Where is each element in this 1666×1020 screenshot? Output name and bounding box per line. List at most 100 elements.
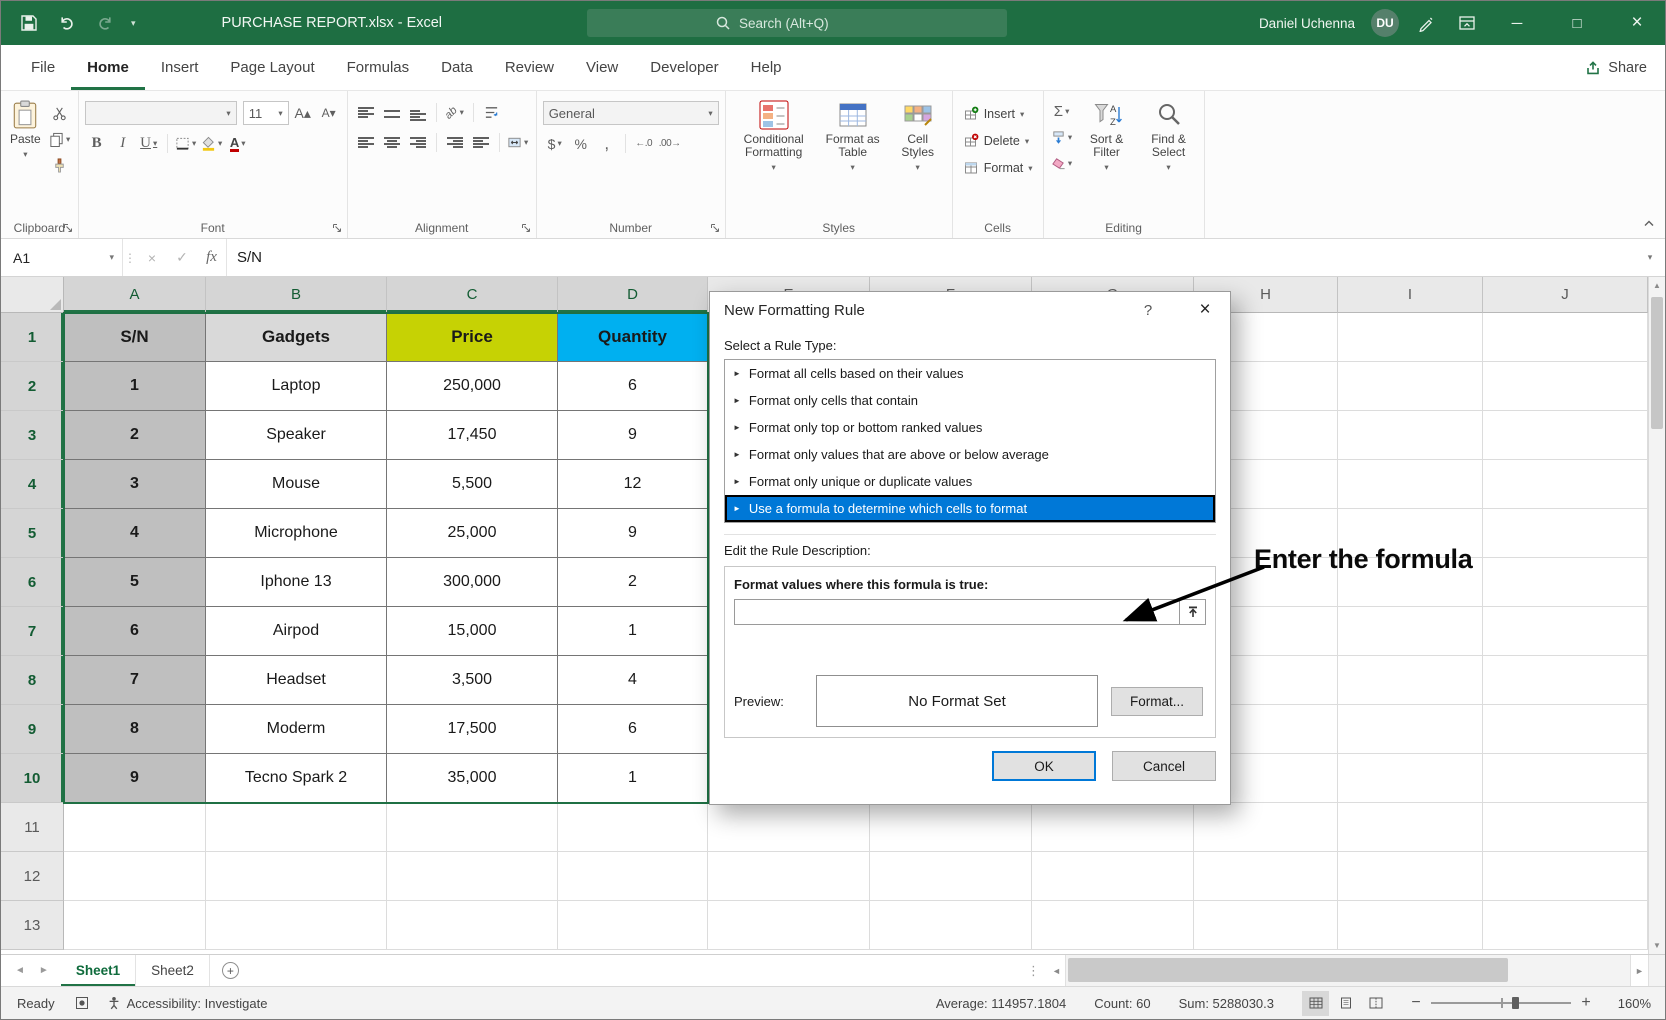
save-icon[interactable]	[17, 11, 41, 35]
sort-filter-button[interactable]: AZ Sort & Filter ▾	[1078, 96, 1136, 218]
menu-tab-developer[interactable]: Developer	[634, 45, 734, 90]
conditional-formatting-button[interactable]: Conditional Formatting ▾	[732, 96, 816, 218]
scroll-down-icon[interactable]: ▼	[1649, 937, 1665, 954]
cell-J1[interactable]	[1483, 313, 1648, 362]
column-header-I[interactable]: I	[1338, 277, 1483, 313]
cell-D9[interactable]: 6	[558, 705, 708, 754]
cell-G11[interactable]	[1032, 803, 1194, 852]
cell-C4[interactable]: 5,500	[387, 460, 558, 509]
cell-D5[interactable]: 9	[558, 509, 708, 558]
insert-function-icon[interactable]: fx	[197, 239, 227, 276]
cell-J9[interactable]	[1483, 705, 1648, 754]
tab-splitter-handle[interactable]: ⋮	[1019, 955, 1048, 986]
name-box[interactable]: A1 ▾	[1, 239, 123, 276]
row-header-6[interactable]: 6	[1, 558, 64, 607]
vertical-scrollbar[interactable]: ▲ ▼	[1648, 277, 1665, 954]
copy-button[interactable]: ▾	[48, 128, 72, 151]
cell-C1[interactable]: Price	[387, 313, 558, 362]
cell-A1[interactable]: S/N	[64, 313, 206, 362]
cell-D6[interactable]: 2	[558, 558, 708, 607]
scroll-up-icon[interactable]: ▲	[1649, 277, 1665, 294]
cell-B1[interactable]: Gadgets	[206, 313, 387, 362]
cell-J8[interactable]	[1483, 656, 1648, 705]
delete-cells-button[interactable]: Delete▾	[959, 128, 1037, 154]
alignment-dialog-launcher[interactable]	[519, 221, 533, 235]
bold-button[interactable]: B	[85, 132, 109, 155]
cell-D7[interactable]: 1	[558, 607, 708, 656]
merge-center-button[interactable]: ▾	[506, 131, 530, 154]
namebox-resize-handle[interactable]: ⋮	[123, 239, 137, 276]
select-all-corner[interactable]	[1, 277, 64, 313]
collapse-ribbon-icon[interactable]	[1643, 214, 1655, 232]
comma-style-button[interactable]: ,	[595, 132, 619, 155]
cell-I8[interactable]	[1338, 656, 1483, 705]
clear-button[interactable]: ▾	[1050, 152, 1074, 175]
zoom-level[interactable]: 160%	[1609, 996, 1651, 1011]
format-cells-button[interactable]: Format▾	[959, 155, 1037, 181]
vertical-scroll-thumb[interactable]	[1651, 297, 1663, 429]
font-color-button[interactable]: A▾	[226, 132, 250, 155]
row-header-5[interactable]: 5	[1, 509, 64, 558]
accessibility-status[interactable]: Accessibility: Investigate	[107, 996, 268, 1011]
row-header-1[interactable]: 1	[1, 313, 64, 362]
formula-bar-input[interactable]: S/N	[227, 239, 1635, 276]
cell-B2[interactable]: Laptop	[206, 362, 387, 411]
cell-F13[interactable]	[870, 901, 1032, 950]
cell-I9[interactable]	[1338, 705, 1483, 754]
row-header-11[interactable]: 11	[1, 803, 64, 852]
cell-J13[interactable]	[1483, 901, 1648, 950]
cell-I11[interactable]	[1338, 803, 1483, 852]
menu-tab-insert[interactable]: Insert	[145, 45, 215, 90]
redo-icon[interactable]	[93, 11, 117, 35]
cell-B12[interactable]	[206, 852, 387, 901]
row-header-8[interactable]: 8	[1, 656, 64, 705]
page-layout-view-button[interactable]	[1332, 991, 1359, 1016]
autosum-button[interactable]: Σ▾	[1050, 100, 1074, 123]
horizontal-scroll-track[interactable]	[1065, 955, 1631, 986]
menu-tab-view[interactable]: View	[570, 45, 634, 90]
cell-A12[interactable]	[64, 852, 206, 901]
cell-B10[interactable]: Tecno Spark 2	[206, 754, 387, 803]
increase-font-size-button[interactable]: A▴	[291, 102, 315, 125]
close-button[interactable]: ×	[1615, 1, 1659, 45]
enter-entry-icon[interactable]: ✓	[167, 239, 197, 276]
cell-J6[interactable]	[1483, 558, 1648, 607]
horizontal-scroll-thumb[interactable]	[1068, 958, 1508, 982]
menu-tab-home[interactable]: Home	[71, 45, 145, 90]
row-header-12[interactable]: 12	[1, 852, 64, 901]
scroll-right-icon[interactable]: ►	[1631, 955, 1648, 986]
cell-G13[interactable]	[1032, 901, 1194, 950]
decrease-font-size-button[interactable]: A▾	[317, 102, 341, 125]
sheet-tab-sheet2[interactable]: Sheet2	[136, 955, 210, 986]
align-left-button[interactable]	[354, 131, 378, 154]
next-sheet-icon[interactable]: ►	[39, 965, 49, 976]
increase-decimal-button[interactable]: ←.0	[632, 132, 656, 155]
rule-type-option-1[interactable]: ►Format only cells that contain	[725, 387, 1215, 414]
fill-button[interactable]: ▾	[1050, 126, 1074, 149]
cell-B9[interactable]: Moderm	[206, 705, 387, 754]
cell-F11[interactable]	[870, 803, 1032, 852]
ink-pen-icon[interactable]	[1415, 11, 1439, 35]
wrap-text-button[interactable]	[480, 101, 504, 124]
paste-button[interactable]: Paste ▾	[7, 96, 44, 218]
cell-I7[interactable]	[1338, 607, 1483, 656]
cell-C7[interactable]: 15,000	[387, 607, 558, 656]
cell-A4[interactable]: 3	[64, 460, 206, 509]
cell-I4[interactable]	[1338, 460, 1483, 509]
cell-I1[interactable]	[1338, 313, 1483, 362]
paste-caret-icon[interactable]: ▾	[23, 149, 27, 160]
new-sheet-button[interactable]: +	[222, 962, 239, 979]
column-header-B[interactable]: B	[206, 277, 387, 313]
macro-record-icon[interactable]	[75, 996, 89, 1010]
format-painter-button[interactable]	[48, 154, 72, 177]
cell-H11[interactable]	[1194, 803, 1338, 852]
minimize-button[interactable]: ─	[1495, 1, 1539, 45]
italic-button[interactable]: I	[111, 132, 135, 155]
format-button[interactable]: Format...	[1111, 687, 1203, 716]
cell-J7[interactable]	[1483, 607, 1648, 656]
status-sum[interactable]: Sum: 5288030.3	[1179, 996, 1274, 1011]
find-select-button[interactable]: Find & Select ▾	[1140, 96, 1198, 218]
cell-A5[interactable]: 4	[64, 509, 206, 558]
cell-C8[interactable]: 3,500	[387, 656, 558, 705]
cell-C9[interactable]: 17,500	[387, 705, 558, 754]
